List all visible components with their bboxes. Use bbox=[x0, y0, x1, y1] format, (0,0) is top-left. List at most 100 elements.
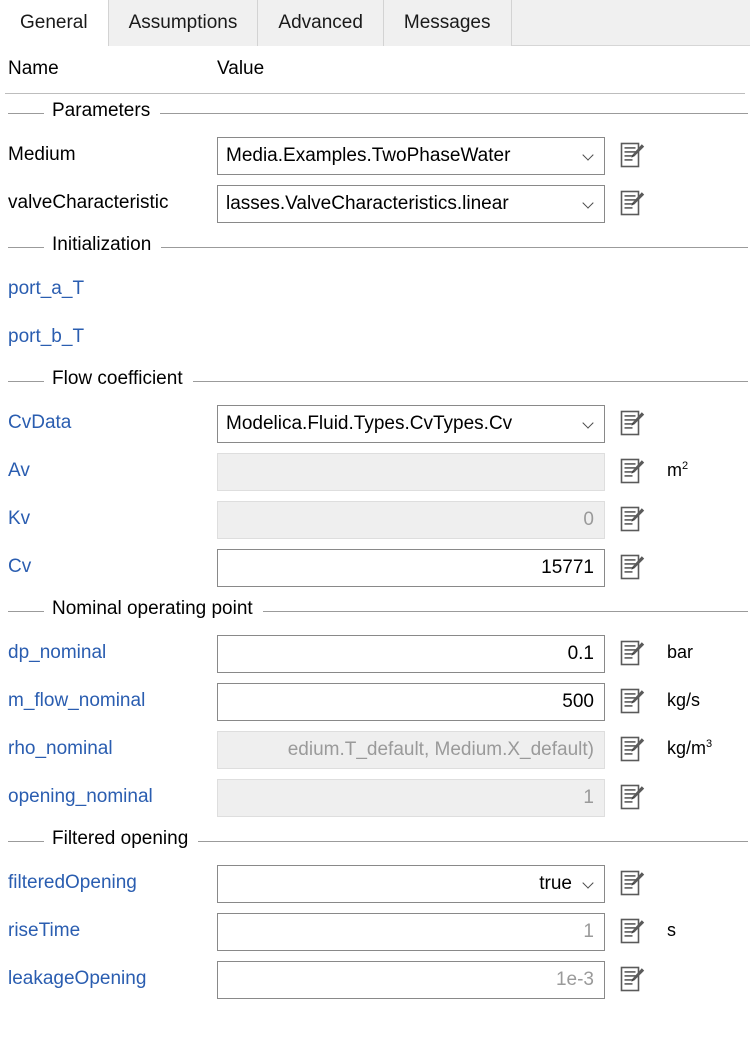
dropdown-CvData[interactable]: Modelica.Fluid.Types.CvTypes.Cv bbox=[217, 405, 605, 443]
group-title: Parameters bbox=[52, 100, 151, 121]
parameter-row: port_a_T bbox=[0, 266, 750, 314]
edit-document-icon[interactable] bbox=[618, 917, 647, 946]
unit-label-riseTime: s bbox=[667, 920, 676, 941]
parameter-label-leakageOpening[interactable]: leakageOpening bbox=[8, 968, 146, 990]
parameter-row: filteredOpening true bbox=[0, 860, 750, 908]
unit-label-rho_nominal: kg/m3 bbox=[667, 738, 712, 759]
group-rule-right bbox=[193, 381, 748, 382]
value-text bbox=[226, 454, 594, 490]
parameter-label-port_b_T[interactable]: port_b_T bbox=[8, 326, 84, 348]
value-input-opening_nominal: 1 bbox=[217, 779, 605, 817]
unit-label-Av: m2 bbox=[667, 460, 688, 481]
parameter-row: Kv 0 bbox=[0, 496, 750, 544]
chevron-down-icon[interactable] bbox=[584, 418, 595, 429]
value-text: 500 bbox=[562, 691, 594, 712]
tab-general[interactable]: General bbox=[0, 0, 109, 47]
parameter-label-dp_nominal[interactable]: dp_nominal bbox=[8, 642, 106, 664]
column-header-value: Value bbox=[217, 58, 265, 79]
edit-document-icon[interactable] bbox=[618, 505, 647, 534]
parameter-label-Cv[interactable]: Cv bbox=[8, 556, 31, 578]
group-header: Parameters bbox=[0, 94, 750, 132]
column-header-name: Name bbox=[8, 58, 59, 79]
parameter-label-opening_nominal[interactable]: opening_nominal bbox=[8, 786, 153, 808]
chevron-down-icon[interactable] bbox=[584, 878, 595, 889]
parameter-row: Cv 15771 bbox=[0, 544, 750, 592]
dropdown-valveCharacteristic[interactable]: lasses.ValveCharacteristics.linear bbox=[217, 185, 605, 223]
value-text: edium.T_default, Medium.X_default) bbox=[287, 739, 594, 760]
parameter-row: leakageOpening 1e-3 bbox=[0, 956, 750, 1004]
group-rule-right bbox=[161, 247, 748, 248]
value-input-m_flow_nominal[interactable]: 500 bbox=[217, 683, 605, 721]
edit-document-icon[interactable] bbox=[618, 687, 647, 716]
value-text: 0 bbox=[583, 509, 594, 530]
tab-advanced[interactable]: Advanced bbox=[258, 0, 384, 46]
parameter-row: dp_nominal 0.1 bar bbox=[0, 630, 750, 678]
value-input-Kv: 0 bbox=[217, 501, 605, 539]
group-rule-right bbox=[263, 611, 748, 612]
parameter-label-riseTime[interactable]: riseTime bbox=[8, 920, 80, 942]
parameter-sheet: Parameters Medium Media.Examples.TwoPhaseW… bbox=[0, 94, 750, 1058]
edit-document-icon[interactable] bbox=[618, 189, 647, 218]
parameter-label-Medium: Medium bbox=[8, 144, 76, 165]
unit-exponent: 2 bbox=[682, 460, 689, 472]
parameter-label-port_a_T[interactable]: port_a_T bbox=[8, 278, 84, 300]
unit-label-m_flow_nominal: kg/s bbox=[667, 690, 700, 711]
group-header: Filtered opening bbox=[0, 822, 750, 860]
chevron-down-icon[interactable] bbox=[584, 198, 595, 209]
value-input-leakageOpening[interactable]: 1e-3 bbox=[217, 961, 605, 999]
group-header: Flow coefficient bbox=[0, 362, 750, 400]
edit-document-icon[interactable] bbox=[618, 457, 647, 486]
unit-base: kg/s bbox=[667, 690, 701, 710]
value-text: lasses.ValveCharacteristics.linear bbox=[226, 193, 509, 214]
parameter-row: CvData Modelica.Fluid.Types.CvTypes.Cv bbox=[0, 400, 750, 448]
group-header: Nominal operating point bbox=[0, 592, 750, 630]
column-header: Name Value bbox=[0, 46, 750, 94]
parameter-label-rho_nominal[interactable]: rho_nominal bbox=[8, 738, 113, 760]
tab-list: General Assumptions Advanced Messages bbox=[0, 0, 750, 47]
edit-document-icon[interactable] bbox=[618, 869, 647, 898]
parameter-label-Av[interactable]: Av bbox=[8, 460, 30, 482]
value-input-rho_nominal: edium.T_default, Medium.X_default) bbox=[217, 731, 605, 769]
unit-base: m bbox=[667, 460, 682, 480]
edit-document-icon[interactable] bbox=[618, 409, 647, 438]
parameter-row: rho_nominal edium.T_default, Medium.X_def… bbox=[0, 726, 750, 774]
group-rule-left bbox=[8, 841, 44, 842]
parameter-row: riseTime 1 s bbox=[0, 908, 750, 956]
value-input-dp_nominal[interactable]: 0.1 bbox=[217, 635, 605, 673]
parameter-row: Medium Media.Examples.TwoPhaseWater bbox=[0, 132, 750, 180]
parameter-label-m_flow_nominal[interactable]: m_flow_nominal bbox=[8, 690, 145, 712]
value-text: 0.1 bbox=[567, 643, 594, 664]
group-rule-left bbox=[8, 381, 44, 382]
edit-document-icon[interactable] bbox=[618, 965, 647, 994]
parameter-row: port_b_T bbox=[0, 314, 750, 362]
value-text: Media.Examples.TwoPhaseWater bbox=[226, 145, 511, 166]
tab-assumptions[interactable]: Assumptions bbox=[108, 0, 259, 46]
parameter-label-CvData[interactable]: CvData bbox=[8, 412, 71, 434]
unit-base: kg/m bbox=[667, 738, 707, 758]
chevron-down-icon[interactable] bbox=[584, 150, 595, 161]
unit-label-dp_nominal: bar bbox=[667, 642, 693, 663]
value-text: true bbox=[539, 873, 572, 894]
group-rule-left bbox=[8, 113, 44, 114]
edit-document-icon[interactable] bbox=[618, 735, 647, 764]
value-input-riseTime[interactable]: 1 bbox=[217, 913, 605, 951]
value-text: Modelica.Fluid.Types.CvTypes.Cv bbox=[226, 413, 513, 434]
edit-document-icon[interactable] bbox=[618, 783, 647, 812]
parameter-label-Kv[interactable]: Kv bbox=[8, 508, 30, 530]
edit-document-icon[interactable] bbox=[618, 553, 647, 582]
dropdown-Medium[interactable]: Media.Examples.TwoPhaseWater bbox=[217, 137, 605, 175]
edit-document-icon[interactable] bbox=[618, 639, 647, 668]
unit-base: s bbox=[667, 920, 676, 940]
tab-bar: General Assumptions Advanced Messages bbox=[0, 0, 750, 47]
parameter-label-filteredOpening[interactable]: filteredOpening bbox=[8, 872, 137, 894]
value-input-Cv[interactable]: 15771 bbox=[217, 549, 605, 587]
edit-document-icon[interactable] bbox=[618, 141, 647, 170]
dropdown-filteredOpening[interactable]: true bbox=[217, 865, 605, 903]
group-rule-left bbox=[8, 247, 44, 248]
value-input-Av bbox=[217, 453, 605, 491]
unit-exponent: 3 bbox=[706, 738, 713, 750]
parameter-row: valveCharacteristic lasses.ValveCharacter… bbox=[0, 180, 750, 228]
group-header: Initialization bbox=[0, 228, 750, 266]
parameter-row: opening_nominal 1 bbox=[0, 774, 750, 822]
tab-messages[interactable]: Messages bbox=[383, 0, 512, 46]
